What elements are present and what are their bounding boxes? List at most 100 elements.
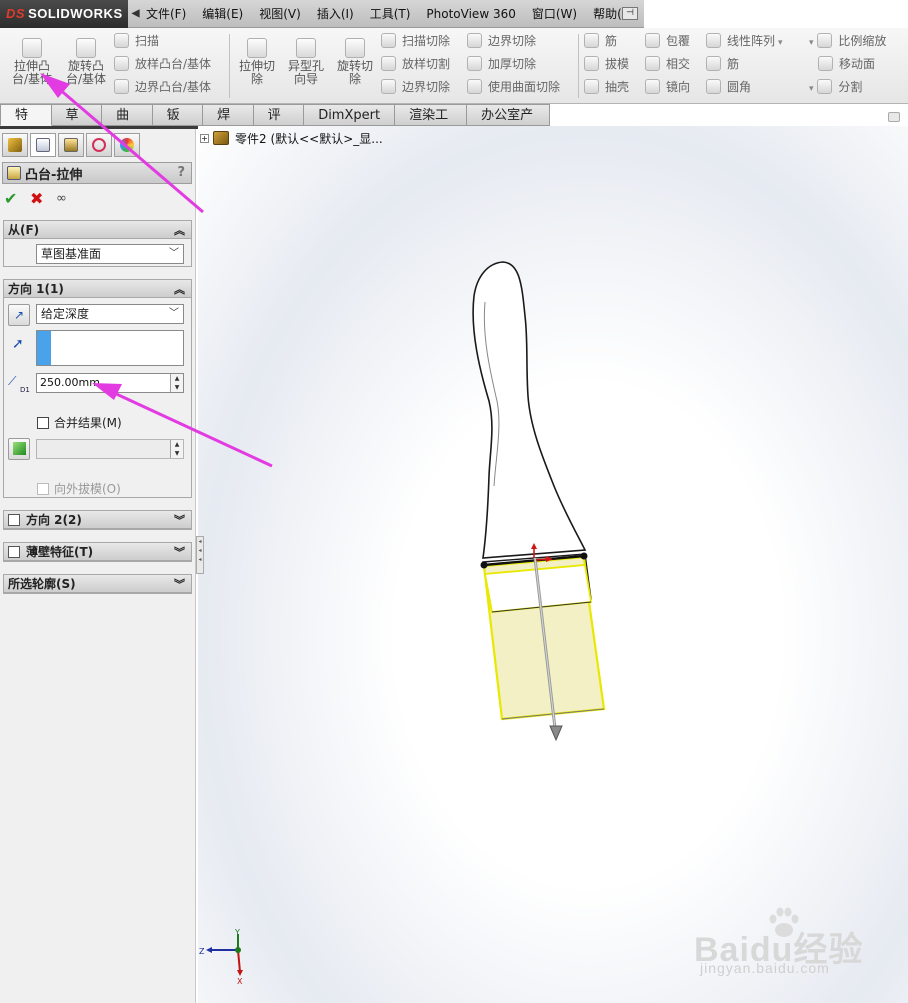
direction2-checkbox[interactable] [8,513,20,526]
revolve-cut-button[interactable]: 旋转切 除 [331,32,379,96]
move-face-button[interactable]: 移动面 [818,54,875,74]
rib-2-button[interactable]: 筋 [706,54,739,74]
pin-menu-icon[interactable]: ⊣ [622,7,638,20]
chevron-down-icon[interactable]: ▾ [778,38,783,48]
chevron-down-icon[interactable]: ▾ [809,38,814,48]
menu-edit[interactable]: 编辑(E) [194,0,251,28]
solidworks-logo[interactable]: DS SOLIDWORKS ◀ [0,0,139,28]
tab-sheet-metal[interactable]: 钣金 [152,104,204,144]
draft-outward-checkbox[interactable]: 向外拔模(O) [37,480,121,497]
draft-on-off-button[interactable] [8,438,30,460]
swept-cut-button[interactable]: 扫描切除 [381,31,450,51]
help-icon[interactable]: ? [177,165,185,180]
menu-photoview[interactable]: PhotoView 360 [418,0,523,28]
linear-pattern-button[interactable]: 线性阵列 ▾ [706,31,783,51]
extrude-boss-button[interactable]: 拉伸凸 台/基体 [8,32,56,96]
shell-button[interactable]: 抽壳 [584,77,629,97]
direction-arrowhead-icon[interactable] [549,725,563,742]
draft-button[interactable]: 拔模 [584,54,629,74]
detailed-preview-glasses-icon[interactable]: ∞ [56,191,74,206]
depth-spinner-arrows[interactable]: ▲ ▼ [170,374,183,392]
cancel-x-icon[interactable]: ✖ [30,189,48,208]
scale-label: 比例缩放 [838,34,887,48]
fillet-button[interactable]: 圆角 [706,77,751,97]
revolve-boss-button[interactable]: 旋转凸 台/基体 [62,32,110,96]
end-condition-value: 给定深度 [41,307,90,321]
view-toggle-icon[interactable] [888,112,900,122]
hole-wizard-button[interactable]: 异型孔 向导 [282,32,330,96]
boundary-boss-label: 边界凸台/基体 [135,80,212,94]
direction1-group: 方向 1(1) ︽ ↗ 给定深度 ﹀ ➚ ⟋ D1 250.00mm ▲ ▼ 合并… [3,279,192,498]
feature-manager-tab[interactable] [2,133,28,157]
surface-cut-button[interactable]: 使用曲面切除 [467,77,560,97]
graphics-top-strip [550,104,908,126]
panel-splitter-handle[interactable]: ◂ ◂ ◂ [196,536,204,574]
boundary-cut-2-button[interactable]: 边界切除 [467,31,536,51]
boundary-cut-2-label: 边界切除 [488,34,537,48]
reverse-direction-icon: ↗ [13,308,25,322]
tab-dimxpert[interactable]: DimXpert [304,104,396,126]
intersect-button[interactable]: 相交 [645,54,690,74]
chevron-up-icon[interactable]: ︽ [174,281,185,297]
chevron-down-icon[interactable]: ︾ [174,544,185,560]
tab-sketch[interactable]: 草图 [51,104,103,144]
thin-feature-checkbox[interactable] [8,545,20,558]
lofted-cut-button[interactable]: 放样切割 [381,54,450,74]
split-button[interactable]: ▾ 分割 [806,77,862,97]
draft-angle-input[interactable]: ▲ ▼ [36,439,184,459]
thin-feature-group-header[interactable]: 薄壁特征(T) ︾ [4,543,191,561]
rib-button[interactable]: 筋 [584,31,617,51]
draft-angle-spinner-arrows[interactable]: ▲ ▼ [170,440,183,458]
menu-tools[interactable]: 工具(T) [362,0,419,28]
direction2-group-header[interactable]: 方向 2(2) ︾ [4,511,191,529]
direction-vector-selection-box[interactable] [36,330,184,366]
dimxpert-manager-tab[interactable] [86,133,112,157]
thin-feature-group: 薄壁特征(T) ︾ [3,542,192,562]
boundary-boss-button[interactable]: 边界凸台/基体 [114,77,211,97]
thicken-cut-button[interactable]: 加厚切除 [467,54,536,74]
property-manager-tab[interactable] [30,133,56,157]
extrude-cut-button[interactable]: 拉伸切 除 [233,32,281,96]
scale-button[interactable]: ▾ 比例缩放 [806,31,886,51]
shell-label: 抽壳 [605,80,630,94]
mirror-button[interactable]: 镜向 [645,77,690,97]
scale-icon [817,33,833,48]
sweep-button[interactable]: 扫描 [114,31,159,51]
menu-window[interactable]: 窗口(W) [524,0,585,28]
tab-render-tools[interactable]: 渲染工具 [395,104,468,144]
configuration-manager-tab[interactable] [58,133,84,157]
mirror-label: 镜向 [666,80,691,94]
tab-office-products[interactable]: 办公室产品 [467,104,550,144]
ok-check-icon[interactable]: ✔ [4,189,22,208]
tab-weldments[interactable]: 焊件 [203,104,254,144]
loft-boss-button[interactable]: 放样凸台/基体 [114,54,211,74]
tab-evaluate[interactable]: 评估 [253,104,305,144]
draft-label: 拔模 [605,57,630,71]
draft-icon [584,56,599,71]
merge-result-checkbox[interactable]: 合并结果(M) [37,414,122,431]
menu-view[interactable]: 视图(V) [251,0,309,28]
tab-features[interactable]: 特征 [0,104,52,144]
brush-handle[interactable] [472,261,587,559]
boundary-cut-button[interactable]: 边界切除 [381,77,450,97]
from-start-condition-select[interactable]: 草图基准面 ﹀ [36,244,184,264]
chevron-up-icon[interactable]: ︽ [174,222,185,238]
selected-contours-group-header[interactable]: 所选轮廓(S) ︾ [4,575,191,593]
reverse-direction-button[interactable]: ↗ [8,304,30,326]
tab-surfaces[interactable]: 曲面 [102,104,153,144]
from-group-header[interactable]: 从(F) ︽ [4,221,191,239]
depth-input[interactable]: 250.00mm ▲ ▼ [36,373,184,393]
display-manager-tab[interactable] [114,133,140,157]
end-condition-select[interactable]: 给定深度 ﹀ [36,304,184,324]
menu-insert[interactable]: 插入(I) [309,0,362,28]
draft-outward-box[interactable] [37,482,49,495]
chevron-down-icon[interactable]: ︾ [174,512,185,528]
merge-result-box[interactable] [37,416,49,429]
chevron-down-icon[interactable]: ▾ [809,84,814,94]
chevron-down-icon[interactable]: ︾ [174,576,185,592]
direction1-group-header[interactable]: 方向 1(1) ︽ [4,280,191,298]
wrap-button[interactable]: 包覆 [645,31,690,51]
menu-file[interactable]: 文件(F) [138,0,194,28]
revolve-cut-label: 旋转切 除 [336,59,373,86]
profile-vertex [480,561,488,569]
